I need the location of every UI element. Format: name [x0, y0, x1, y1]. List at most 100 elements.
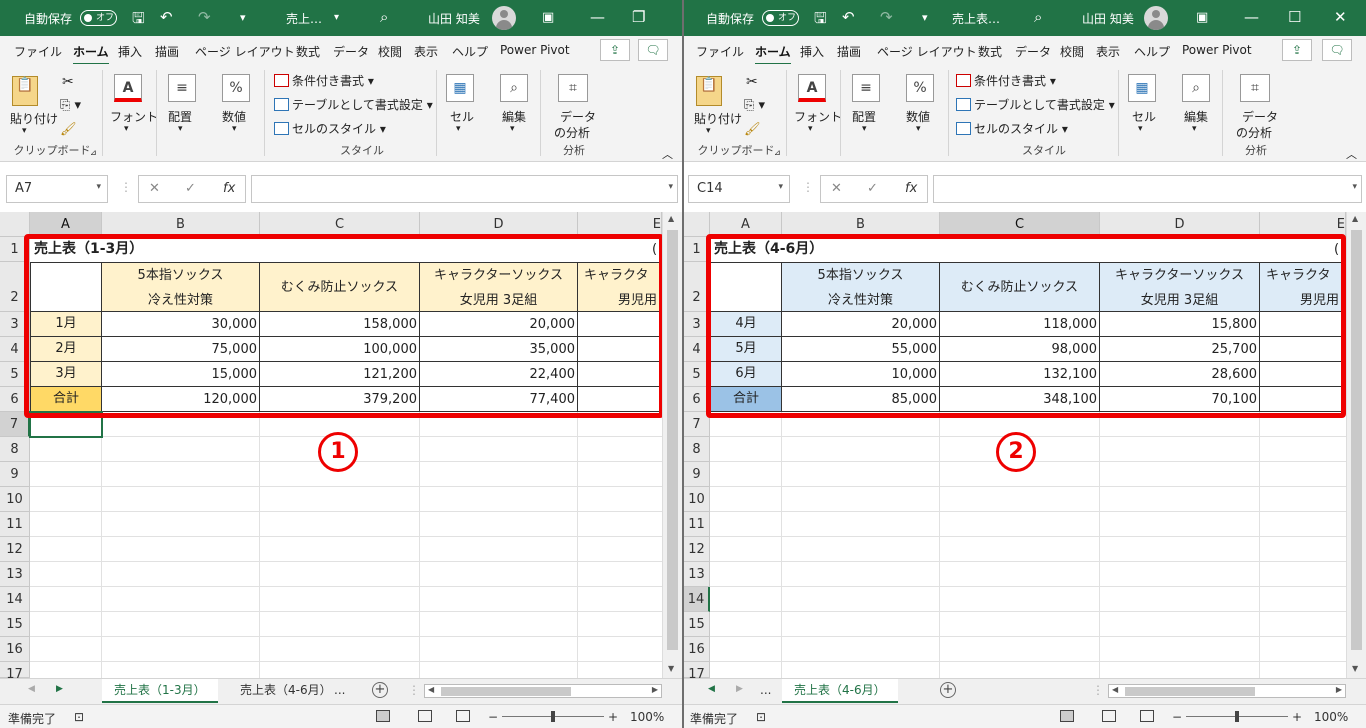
prev-sheet-icon[interactable]: ◀: [708, 684, 715, 694]
cell-styles-button[interactable]: セルのスタイル ▾: [956, 120, 1068, 137]
row-header-15[interactable]: 15: [0, 612, 30, 637]
minimize-icon[interactable]: —: [590, 8, 605, 26]
ribbon-display-icon[interactable]: ▣: [542, 10, 554, 25]
row-header-8[interactable]: 8: [684, 437, 710, 462]
paste-icon[interactable]: 📋: [696, 76, 722, 106]
row-header-10[interactable]: 10: [684, 487, 710, 512]
row-header-12[interactable]: 12: [0, 537, 30, 562]
autosave-toggle[interactable]: オフ: [762, 10, 799, 26]
enter-icon[interactable]: ✓: [185, 181, 196, 196]
row-header-14[interactable]: 14: [684, 587, 710, 612]
row-header-16[interactable]: 16: [684, 637, 710, 662]
tab-help[interactable]: ヘルプ: [452, 43, 488, 60]
search-icon[interactable]: ⌕: [380, 8, 388, 26]
editing-dropdown-icon[interactable]: ▾: [1192, 124, 1197, 134]
more-sheets[interactable]: ...: [760, 679, 771, 703]
comments-button[interactable]: 🗨: [1322, 39, 1352, 61]
cells-dropdown-icon[interactable]: ▾: [456, 124, 461, 134]
scroll-right-icon[interactable]: ▶: [652, 685, 658, 694]
paste-label[interactable]: 貼り付け: [10, 110, 58, 127]
scroll-thumb[interactable]: [1351, 230, 1362, 650]
tab-file[interactable]: ファイル: [696, 43, 744, 60]
sheet-tab-2[interactable]: 売上表（4-6月）: [228, 679, 344, 703]
close-icon[interactable]: ✕: [1334, 8, 1347, 26]
tab-review[interactable]: 校閲: [378, 43, 402, 60]
customize-quick-access-icon[interactable]: ▾: [922, 11, 928, 24]
zoom-in-icon[interactable]: +: [1292, 710, 1302, 724]
sheet-tab-2[interactable]: 売上表（4-6月）: [782, 679, 898, 703]
font-dropdown-icon[interactable]: ▾: [808, 124, 813, 134]
font-label[interactable]: フォント: [794, 108, 842, 125]
font-label[interactable]: フォント: [110, 108, 158, 125]
cells-label[interactable]: セル: [1132, 108, 1156, 125]
alignment-icon[interactable]: ≡: [168, 74, 196, 102]
tab-split-grip[interactable]: ⋮: [1092, 683, 1104, 697]
paste-label[interactable]: 貼り付け: [694, 110, 742, 127]
row-header-9[interactable]: 9: [684, 462, 710, 487]
avatar[interactable]: [492, 6, 516, 30]
scroll-left-icon[interactable]: ◀: [1112, 685, 1118, 694]
tab-home[interactable]: ホーム: [755, 43, 791, 65]
page-layout-view-icon[interactable]: [1102, 710, 1116, 722]
scroll-up-icon[interactable]: ▲: [668, 214, 674, 223]
customize-quick-access-icon[interactable]: ▾: [240, 11, 246, 24]
row-header-10[interactable]: 10: [0, 487, 30, 512]
zoom-level[interactable]: 100%: [1314, 710, 1348, 724]
analyze-data-label-line2[interactable]: の分析: [554, 124, 590, 141]
format-as-table-button[interactable]: テーブルとして書式設定 ▾: [956, 96, 1115, 113]
tab-insert[interactable]: 挿入: [800, 43, 824, 60]
name-box[interactable]: A7 ▾: [6, 175, 108, 203]
percent-icon[interactable]: %: [906, 74, 934, 102]
ribbon-display-icon[interactable]: ▣: [1196, 10, 1208, 25]
conditional-formatting-button[interactable]: 条件付き書式 ▾: [274, 72, 374, 89]
row-header-16[interactable]: 16: [0, 637, 30, 662]
tab-formulas[interactable]: 数式: [296, 43, 320, 60]
tab-view[interactable]: 表示: [1096, 43, 1120, 60]
number-dropdown-icon[interactable]: ▾: [232, 124, 237, 134]
tab-review[interactable]: 校閲: [1060, 43, 1084, 60]
add-sheet-icon[interactable]: +: [372, 682, 388, 698]
number-label[interactable]: 数値: [906, 108, 930, 125]
insert-function-icon[interactable]: fx: [905, 181, 917, 196]
formula-expand-icon[interactable]: ▾: [668, 182, 673, 192]
formula-input[interactable]: ▾: [251, 175, 678, 203]
select-all-corner[interactable]: [0, 212, 30, 237]
cut-icon[interactable]: ✂: [62, 74, 74, 90]
tab-view[interactable]: 表示: [414, 43, 438, 60]
paste-icon[interactable]: 📋: [12, 76, 38, 106]
redo-icon[interactable]: ↷: [198, 8, 211, 26]
copy-icon[interactable]: ⎘ ▾: [60, 98, 81, 113]
title-dropdown-icon[interactable]: ▾: [334, 12, 339, 23]
tab-power-pivot[interactable]: Power Pivot: [1182, 43, 1252, 57]
scroll-down-icon[interactable]: ▼: [668, 664, 674, 673]
name-box-dropdown-icon[interactable]: ▾: [778, 182, 783, 192]
normal-view-icon[interactable]: [1060, 710, 1074, 722]
page-layout-view-icon[interactable]: [418, 710, 432, 722]
font-icon[interactable]: A: [114, 74, 142, 102]
scroll-up-icon[interactable]: ▲: [1352, 214, 1358, 223]
formula-input[interactable]: ▾: [933, 175, 1362, 203]
editing-label[interactable]: 編集: [1184, 108, 1208, 125]
row-header-14[interactable]: 14: [0, 587, 30, 612]
font-icon[interactable]: A: [798, 74, 826, 102]
editing-dropdown-icon[interactable]: ▾: [510, 124, 515, 134]
tab-draw[interactable]: 描画: [837, 43, 861, 60]
paste-dropdown-icon[interactable]: ▾: [706, 126, 711, 136]
cells-label[interactable]: セル: [450, 108, 474, 125]
macro-record-icon[interactable]: ⊡: [74, 710, 84, 724]
tab-data[interactable]: データ: [333, 43, 369, 60]
zoom-level[interactable]: 100%: [630, 710, 664, 724]
row-header-17[interactable]: 17: [0, 662, 30, 678]
scroll-thumb[interactable]: [667, 230, 678, 650]
page-break-view-icon[interactable]: [1140, 710, 1154, 722]
next-sheet-icon[interactable]: ▶: [56, 684, 63, 694]
enter-icon[interactable]: ✓: [867, 181, 878, 196]
row-header-12[interactable]: 12: [684, 537, 710, 562]
zoom-knob[interactable]: [551, 711, 555, 722]
collapse-ribbon-icon[interactable]: ︿: [1346, 146, 1357, 162]
alignment-dropdown-icon[interactable]: ▾: [178, 124, 183, 134]
copy-icon[interactable]: ⎘ ▾: [744, 98, 765, 113]
select-all-corner[interactable]: [684, 212, 710, 237]
name-box[interactable]: C14 ▾: [688, 175, 790, 203]
conditional-formatting-button[interactable]: 条件付き書式 ▾: [956, 72, 1056, 89]
